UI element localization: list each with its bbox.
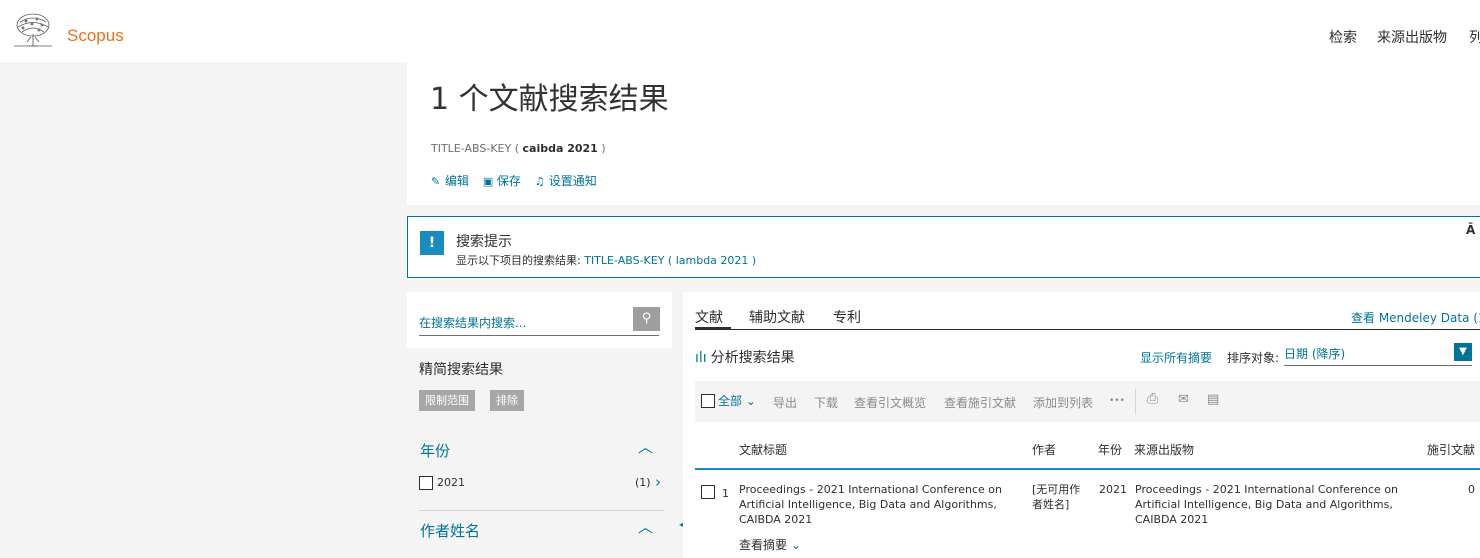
analyze-label: 分析搜索结果 (710, 350, 795, 366)
view-abstract-label: 查看摘要 (739, 538, 788, 552)
facet-author-title[interactable]: 作者姓名 (420, 520, 480, 541)
col-source[interactable]: 来源出版物 (1134, 441, 1194, 458)
set-alert-button[interactable]: ♫ 设置通知 (535, 174, 597, 188)
citation-overview-button[interactable]: 查看引文概览 (854, 394, 926, 411)
chevron-up-icon[interactable]: ︿ (638, 436, 653, 457)
edit-button[interactable]: ✎ 编辑 (431, 174, 469, 188)
select-all-label: 全部 (718, 394, 743, 408)
table-header-divider (695, 468, 1480, 470)
brand-name[interactable]: Scopus (67, 26, 124, 46)
search-within-panel: 在搜索结果内搜索... ⚲ (407, 292, 672, 348)
limit-to-button[interactable]: 限制范围 (419, 390, 475, 411)
chevron-down-icon: ⌄ (787, 538, 801, 552)
nav-sources[interactable]: 来源出版物 (1377, 27, 1447, 47)
search-tip-box: ! 搜索提示 显示以下项目的搜索结果: TITLE-ABS-KEY ( lamb… (407, 216, 1480, 278)
tip-body-text: 显示以下项目的搜索结果: (456, 254, 581, 267)
row-checkbox[interactable] (701, 485, 715, 499)
col-year[interactable]: 年份 (1098, 441, 1122, 458)
analyze-results-button[interactable]: ılı 分析搜索结果 (695, 347, 795, 367)
facet-year-2021-checkbox[interactable] (419, 476, 433, 490)
cited-by-button[interactable]: 查看施引文献 (944, 394, 1016, 411)
search-within-input[interactable]: 在搜索结果内搜索... (419, 314, 659, 336)
top-header: Scopus 检索 来源出版物 列 (0, 0, 1480, 62)
chevron-down-icon: ⌄ (742, 394, 756, 408)
row-cited-count[interactable]: 0 (1468, 482, 1475, 497)
sort-select[interactable]: 日期 (降序) ▼ (1284, 342, 1472, 366)
tab-documents[interactable]: 文献 (695, 307, 723, 327)
row-authors: [无可用作者姓名] (1032, 483, 1081, 511)
left-gray-background (0, 62, 407, 558)
row-year: 2021 (1099, 483, 1127, 496)
facet-year-2021-count: (1) (635, 476, 651, 489)
toolbar-separator (1135, 389, 1136, 415)
nav-lists[interactable]: 列 (1469, 27, 1480, 47)
pencil-icon: ✎ (431, 175, 441, 188)
bibliography-icon[interactable]: ▤ (1207, 392, 1219, 407)
tab-active-indicator (695, 327, 731, 330)
email-icon[interactable]: ✉ (1178, 392, 1189, 407)
col-title[interactable]: 文献标题 (739, 441, 787, 458)
row-source-link[interactable]: Proceedings - 2021 International Confere… (1135, 482, 1420, 527)
sort-value: 日期 (降序) (1284, 347, 1346, 361)
save-icon: ▣ (482, 175, 494, 188)
mendeley-data-link[interactable]: 查看 Mendeley Data (1) (1351, 309, 1480, 326)
query-terms: caibda 2021 (522, 142, 598, 155)
bell-icon: ♫ (534, 175, 545, 188)
tabs-underline (695, 329, 1480, 330)
nav-search[interactable]: 检索 (1329, 27, 1357, 47)
export-button[interactable]: 导出 (773, 394, 797, 411)
facet-year-title[interactable]: 年份 (420, 440, 450, 461)
tip-close-button[interactable]: Ā (1466, 223, 1475, 237)
add-to-list-button[interactable]: 添加到列表 (1033, 394, 1093, 411)
tip-body: 显示以下项目的搜索结果: TITLE-ABS-KEY ( lambda 2021… (456, 252, 756, 268)
sort-label: 排序对象: (1227, 351, 1280, 365)
print-icon[interactable]: ⎙ (1147, 391, 1158, 407)
results-toolbar: 全部 ⌄ 导出 下载 查看引文概览 查看施引文献 添加到列表 ••• ⎙ ✉ ▤ (695, 381, 1480, 422)
save-label: 保存 (496, 174, 521, 188)
chevron-down-icon[interactable]: ▼ (1454, 343, 1472, 361)
bar-chart-icon: ılı (695, 350, 707, 366)
chevron-right-icon[interactable]: › (655, 473, 661, 491)
query-actions: ✎ 编辑 ▣ 保存 ♫ 设置通知 (431, 172, 607, 189)
tip-query-link[interactable]: TITLE-ABS-KEY ( lambda 2021 ) (584, 254, 756, 267)
save-button[interactable]: ▣ 保存 (483, 174, 521, 188)
show-all-abstracts-link[interactable]: 显示所有摘要 (1140, 349, 1212, 366)
refine-results-title: 精简搜索结果 (419, 362, 503, 378)
row-title-link[interactable]: Proceedings - 2021 International Confere… (739, 482, 1024, 527)
search-query: TITLE-ABS-KEY ( caibda 2021 ) (431, 142, 606, 155)
facet-divider (419, 510, 664, 511)
row-number: 1 (722, 487, 729, 500)
elsevier-tree-logo[interactable] (12, 12, 54, 48)
page-title: 1 个文献搜索结果 (430, 82, 669, 117)
view-abstract-toggle[interactable]: 查看摘要 ⌄ (739, 536, 801, 553)
search-icon[interactable]: ⚲ (633, 307, 660, 331)
more-options-button[interactable]: ••• (1109, 396, 1125, 406)
exclude-button[interactable]: 排除 (490, 390, 524, 411)
tip-title: 搜索提示 (456, 234, 512, 250)
edit-label: 编辑 (445, 174, 470, 188)
select-all-dropdown[interactable]: 全部 ⌄ (718, 392, 756, 409)
col-authors[interactable]: 作者 (1032, 441, 1056, 458)
tab-patents[interactable]: 专利 (833, 307, 861, 327)
facet-year-2021-label: 2021 (437, 476, 465, 489)
query-prefix: TITLE-ABS-KEY ( (431, 142, 523, 155)
set-alert-label: 设置通知 (548, 174, 597, 188)
query-suffix: ) (597, 142, 606, 155)
download-button[interactable]: 下载 (814, 394, 838, 411)
tab-secondary-documents[interactable]: 辅助文献 (749, 307, 805, 327)
chevron-up-icon[interactable]: ︿ (638, 516, 653, 537)
col-cited-by[interactable]: 施引文献 (1427, 441, 1475, 458)
exclamation-icon: ! (420, 231, 444, 255)
select-all-checkbox[interactable] (701, 394, 715, 408)
